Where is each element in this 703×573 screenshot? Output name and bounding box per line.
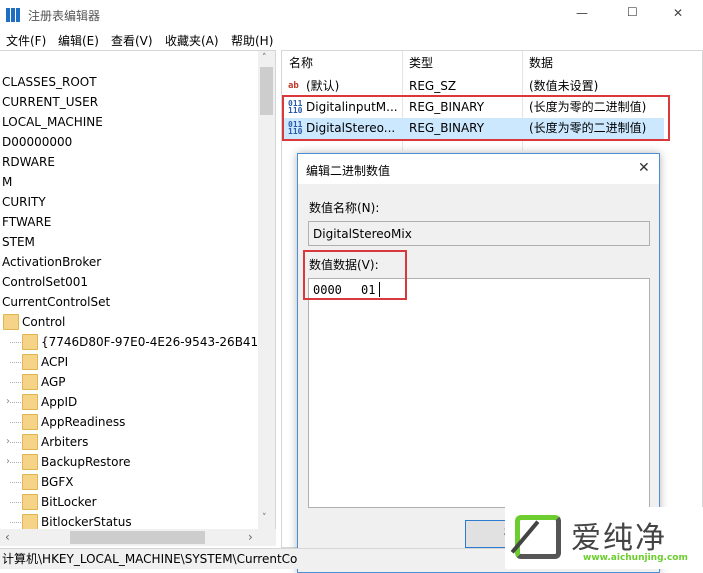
tree-vertical-scrollbar[interactable]: ˄ ˅: [258, 51, 275, 529]
tree-connector: [10, 502, 21, 503]
tree-item-label: LOCAL_MACHINE: [2, 115, 103, 129]
tree-item-label: BitlockerStatus: [41, 515, 132, 529]
tree-item-label: AGP: [41, 375, 66, 389]
expand-chevron-icon[interactable]: ›: [6, 432, 10, 452]
highlight-annotation: [303, 250, 407, 300]
folder-icon: [22, 474, 38, 490]
folder-icon: [22, 434, 38, 450]
maximize-button[interactable]: ☐: [627, 5, 638, 19]
tree-item-label: {7746D80F-97E0-4E26-9543-26B41FC2: [41, 335, 276, 349]
tree-connector: [10, 482, 21, 483]
tree-connector: [10, 382, 21, 383]
folder-icon: [22, 494, 38, 510]
scroll-up-icon[interactable]: ˄: [262, 53, 267, 63]
tree-horizontal-scrollbar[interactable]: ‹ ›: [0, 529, 276, 546]
scroll-down-icon[interactable]: ˅: [262, 513, 267, 523]
tree-connector: [10, 362, 21, 363]
value-name-label: 数值名称(N):: [309, 201, 380, 215]
tree-connector: [10, 402, 21, 403]
scroll-thumb[interactable]: [260, 67, 273, 115]
expand-chevron-icon[interactable]: ›: [6, 392, 10, 412]
tree-connector: [10, 442, 21, 443]
folder-icon: [22, 394, 38, 410]
tree-item-label: BackupRestore: [41, 455, 131, 469]
regedit-app-icon: [6, 8, 20, 22]
menu-edit[interactable]: 编辑(E): [58, 32, 99, 49]
tree-item-label: D00000000: [2, 135, 73, 149]
tree-connector: [10, 522, 21, 523]
value-data: (数值未设置): [529, 79, 599, 93]
string-value-icon: ab: [288, 81, 299, 91]
tree-item-label: ACPI: [41, 355, 69, 369]
dialog-title-bar: 编辑二进制数值 ✕: [298, 154, 659, 184]
tree-item-label: STEM: [2, 235, 35, 249]
dialog-close-icon[interactable]: ✕: [638, 160, 650, 176]
column-header-data[interactable]: 数据: [529, 54, 553, 71]
tree-item-label: CurrentControlSet: [2, 295, 111, 309]
title-bar: 注册表编辑器 — ☐ ✕: [0, 0, 703, 30]
folder-icon: [22, 334, 38, 350]
scroll-right-icon[interactable]: ›: [248, 530, 253, 544]
watermark-url: www.aichunjing.com: [583, 553, 688, 563]
watermark: 爱纯净 www.aichunjing.com: [505, 507, 703, 569]
tree-item-label: FTWARE: [2, 215, 52, 229]
tree-item-label: Arbiters: [41, 435, 89, 449]
tree-item-label: RDWARE: [2, 155, 55, 169]
tree-connector: [10, 462, 21, 463]
menu-file[interactable]: 文件(F): [6, 32, 46, 49]
tree-item-label: BitLocker: [41, 495, 97, 509]
menu-bar: 文件(F) 编辑(E) 查看(V) 收藏夹(A) 帮助(H): [0, 30, 703, 50]
tree-item-label: M: [2, 175, 13, 189]
value-name: (默认): [306, 79, 340, 93]
scroll-left-icon[interactable]: ‹: [5, 530, 10, 544]
tree-item-label: CURITY: [2, 195, 46, 209]
value-name-text: DigitalStereoMix: [313, 227, 412, 241]
tree-item-label: Control: [22, 315, 66, 329]
close-button[interactable]: ✕: [673, 6, 683, 20]
key-tree-pane[interactable]: CLASSES_ROOT CURRENT_USER LOCAL_MACHINE D00…: [0, 50, 276, 530]
status-path: 计算机\HKEY_LOCAL_MACHINE\SYSTEM\CurrentCo: [2, 552, 298, 566]
folder-icon: [22, 454, 38, 470]
tree-item-label: AppID: [41, 395, 78, 409]
tree-item-label: CLASSES_ROOT: [2, 75, 97, 89]
value-data-hex-editor[interactable]: 0000 01: [308, 278, 650, 508]
folder-icon: [22, 354, 38, 370]
minimize-button[interactable]: —: [576, 6, 588, 20]
folder-icon: [22, 374, 38, 390]
menu-view[interactable]: 查看(V): [111, 32, 153, 49]
tree-item-label: CURRENT_USER: [2, 95, 99, 109]
folder-icon: [22, 514, 38, 529]
menu-favorites[interactable]: 收藏夹(A): [165, 32, 219, 49]
value-type: REG_SZ: [409, 79, 457, 93]
highlight-annotation: [282, 95, 670, 141]
menu-help[interactable]: 帮助(H): [231, 32, 273, 49]
tree-item-label: BGFX: [41, 475, 74, 489]
tree-item-label: ActivationBroker: [2, 255, 102, 269]
folder-icon: [3, 314, 19, 330]
scroll-thumb-horizontal[interactable]: [70, 531, 205, 544]
value-row[interactable]: ab (默认) REG_SZ (数值未设置): [284, 76, 664, 97]
tree-connector: [10, 342, 21, 343]
value-name-field[interactable]: DigitalStereoMix: [308, 221, 650, 246]
tree-item-label: AppReadiness: [41, 415, 126, 429]
folder-icon: [22, 414, 38, 430]
column-header-name[interactable]: 名称: [289, 54, 313, 71]
column-header-type[interactable]: 类型: [409, 54, 433, 71]
expand-chevron-icon[interactable]: ›: [6, 452, 10, 472]
dialog-title: 编辑二进制数值: [306, 164, 391, 178]
tree-connector: [10, 422, 21, 423]
watermark-text: 爱纯净: [571, 521, 667, 556]
tree-item-label: ControlSet001: [2, 275, 88, 289]
window-title: 注册表编辑器: [28, 9, 101, 23]
